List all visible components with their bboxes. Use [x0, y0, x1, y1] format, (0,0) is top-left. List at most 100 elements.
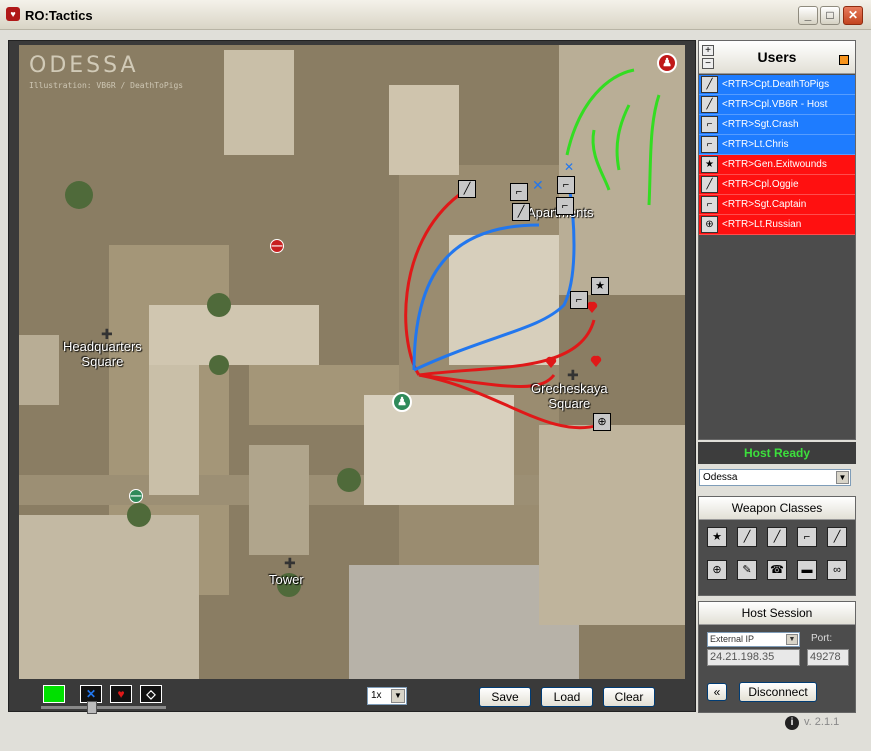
- smg-icon: ⌐: [701, 116, 718, 133]
- green-pen-tool[interactable]: [43, 685, 65, 703]
- port-field[interactable]: 49278: [807, 649, 849, 666]
- player-marker-smg[interactable]: ⌐: [510, 183, 528, 201]
- svg-text:✚: ✚: [284, 556, 296, 572]
- user-row[interactable]: ╱ <RTR>Cpl.Oggie: [699, 175, 855, 195]
- svg-text:✕: ✕: [564, 160, 574, 174]
- map-select[interactable]: Odessa ▼: [699, 469, 851, 486]
- sniper-rifle-icon[interactable]: ╱: [827, 527, 847, 547]
- version-label: v. 2.1.1: [804, 716, 840, 728]
- green-objective-icon: —: [129, 489, 143, 503]
- close-button[interactable]: ✕: [843, 6, 863, 25]
- user-row[interactable]: ⌐ <RTR>Sgt.Crash: [699, 115, 855, 135]
- ip-address-field[interactable]: 24.21.198.35: [707, 649, 800, 666]
- users-title: Users: [757, 49, 797, 65]
- disconnect-button[interactable]: Disconnect: [739, 682, 817, 702]
- minimize-button[interactable]: _: [798, 6, 818, 25]
- weapon-classes-title: Weapon Classes: [699, 497, 855, 520]
- smg-icon[interactable]: ⌐: [797, 527, 817, 547]
- player-marker-rifle[interactable]: ╱: [458, 180, 476, 198]
- player-marker-smg[interactable]: ⌐: [556, 197, 574, 215]
- ip-type-select[interactable]: External IP ▼: [707, 632, 800, 647]
- user-row[interactable]: ⊕ <RTR>Lt.Russian: [699, 215, 855, 235]
- red-heart-marker-tool[interactable]: ♥: [110, 685, 132, 703]
- draw-toolbar: ✕ ♥ ◇ 1x ▼ Save Load Clear: [9, 679, 695, 714]
- label-grecheskaya-square: Grecheskaya Square: [531, 381, 608, 411]
- back-button[interactable]: «: [707, 683, 727, 701]
- player-marker-smg[interactable]: ⌐: [570, 291, 588, 309]
- red-objective-icon: —: [270, 239, 284, 253]
- map-credit: Illustration: VB6R / DeathToPigs: [29, 81, 184, 90]
- brush-size-slider-thumb[interactable]: [87, 701, 97, 714]
- ip-type-value: External IP: [710, 634, 755, 644]
- player-marker-crosshair[interactable]: ⊕: [593, 413, 611, 431]
- radio-icon[interactable]: ☎: [767, 560, 787, 580]
- ping-icon: [839, 55, 849, 65]
- users-panel: + − Users ╱ <RTR>Cpt.DeathToPigs ╱ <RTR>Cpl…: [698, 40, 856, 440]
- zoom-value: 1x: [371, 690, 382, 701]
- user-row[interactable]: ★ <RTR>Gen.Exitwounds: [699, 155, 855, 175]
- chevron-down-icon: ▼: [786, 634, 798, 645]
- rifle-icon: ╱: [701, 176, 718, 193]
- window-title: RO:Tactics: [25, 8, 93, 23]
- port-label: Port:: [811, 633, 833, 644]
- player-marker-star[interactable]: ★: [591, 277, 609, 295]
- user-name: <RTR>Sgt.Crash: [722, 119, 799, 130]
- brush-size-slider[interactable]: [41, 706, 166, 709]
- red-spawn-icon: ♟: [657, 53, 677, 73]
- tactical-map[interactable]: ✕ ✕ ✚ ✚ ✚ ODESSA Illustration: VB6R / De…: [19, 45, 685, 679]
- label-tower: Tower: [269, 572, 304, 587]
- rifle-icon[interactable]: ╱: [737, 527, 757, 547]
- info-icon[interactable]: i: [785, 716, 799, 730]
- user-name: <RTR>Gen.Exitwounds: [722, 159, 827, 170]
- map-select-value: Odessa: [703, 472, 738, 483]
- player-marker-smg[interactable]: ⌐: [557, 176, 575, 194]
- user-row[interactable]: ╱ <RTR>Cpl.VB6R - Host: [699, 95, 855, 115]
- chevron-down-icon: ▼: [391, 689, 405, 703]
- clear-button[interactable]: Clear: [603, 687, 655, 707]
- map-panel: ✕ ✕ ✚ ✚ ✚ ODESSA Illustration: VB6R / De…: [8, 40, 696, 714]
- tank-icon[interactable]: ▬: [797, 560, 817, 580]
- star-icon: ★: [701, 156, 718, 173]
- user-name: <RTR>Lt.Russian: [722, 219, 802, 230]
- rifle-alt-icon[interactable]: ╱: [767, 527, 787, 547]
- user-name: <RTR>Cpl.Oggie: [722, 179, 799, 190]
- weapon-classes-panel: Weapon Classes ★ ╱ ╱ ⌐ ╱ ⊕ ✎ ☎ ▬ ∞: [698, 496, 856, 596]
- users-header: + − Users: [699, 41, 855, 74]
- user-row[interactable]: ╱ <RTR>Cpt.DeathToPigs: [699, 75, 855, 95]
- host-status: Host Ready: [698, 442, 856, 464]
- star-icon[interactable]: ★: [707, 527, 727, 547]
- chevron-down-icon: ▼: [836, 471, 849, 484]
- host-session-title: Host Session: [699, 602, 855, 625]
- green-spawn-icon: ♟: [392, 392, 412, 412]
- user-row[interactable]: ⌐ <RTR>Lt.Chris: [699, 135, 855, 155]
- user-name: <RTR>Lt.Chris: [722, 139, 789, 150]
- engineer-icon[interactable]: ✎: [737, 560, 757, 580]
- smg-icon: ⌐: [701, 136, 718, 153]
- map-title: ODESSA: [29, 53, 139, 78]
- host-session-panel: Host Session External IP ▼ 24.21.198.35 …: [698, 601, 856, 713]
- crosshair-icon: ⊕: [701, 216, 718, 233]
- user-row[interactable]: ⌐ <RTR>Sgt.Captain: [699, 195, 855, 215]
- smg-icon: ⌐: [701, 196, 718, 213]
- label-grech-line2: Square: [548, 396, 591, 411]
- maximize-button[interactable]: □: [820, 6, 840, 25]
- rifle-icon: ╱: [701, 96, 718, 113]
- zoom-select[interactable]: 1x ▼: [367, 687, 407, 705]
- svg-text:✕: ✕: [532, 178, 544, 194]
- user-name: <RTR>Cpt.DeathToPigs: [722, 79, 830, 90]
- load-button[interactable]: Load: [541, 687, 593, 707]
- sniper-rifle-icon: ╱: [701, 76, 718, 93]
- label-hq-line2: Square: [81, 354, 124, 369]
- binoculars-icon[interactable]: ∞: [827, 560, 847, 580]
- player-marker-rifle[interactable]: ╱: [512, 203, 530, 221]
- eraser-tool[interactable]: ◇: [140, 685, 162, 703]
- user-name: <RTR>Sgt.Captain: [722, 199, 807, 210]
- label-headquarters-square: Headquarters Square: [63, 339, 142, 369]
- label-hq-line1: Headquarters: [63, 339, 142, 354]
- app-logo-icon: ♥: [6, 7, 20, 21]
- user-name: <RTR>Cpl.VB6R - Host: [722, 99, 828, 110]
- title-bar: ♥ RO:Tactics _ □ ✕: [0, 0, 871, 30]
- crosshair-icon[interactable]: ⊕: [707, 560, 727, 580]
- label-grech-line1: Grecheskaya: [531, 381, 608, 396]
- save-button[interactable]: Save: [479, 687, 531, 707]
